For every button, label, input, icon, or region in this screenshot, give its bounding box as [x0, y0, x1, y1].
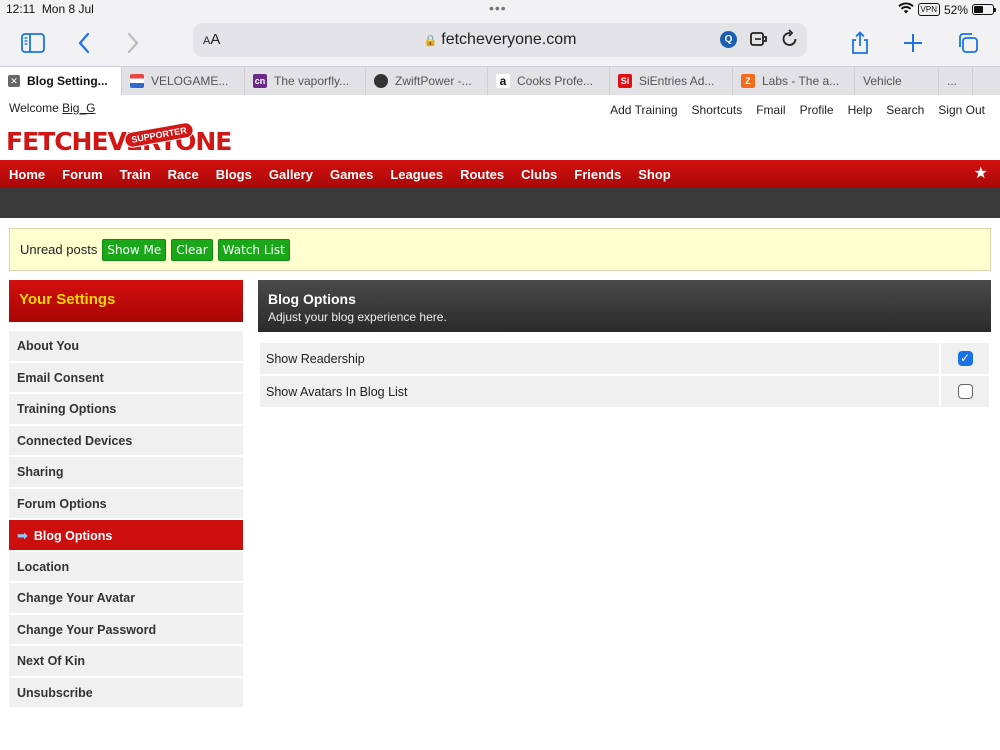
tab-more[interactable]: ... [939, 67, 973, 95]
flag-favicon [130, 74, 144, 88]
share-icon[interactable] [842, 26, 878, 60]
settings-item-sharing[interactable]: Sharing [9, 457, 243, 487]
forward-icon[interactable] [115, 26, 151, 60]
reload-icon[interactable] [781, 28, 799, 54]
tab-strip: ✕ Blog Setting... VELOGAME... cn The vap… [0, 66, 1000, 95]
search-link[interactable]: Search [886, 103, 924, 117]
amazon-favicon: a [496, 74, 510, 88]
address-bar[interactable]: AA 🔒 fetcheveryone.com Q [193, 23, 807, 57]
unread-label: Unread posts [20, 242, 98, 257]
tab-vehicle[interactable]: Vehicle [855, 67, 939, 95]
cn-favicon: cn [253, 74, 267, 88]
logo-wordmark: FETCHEVERYONE [6, 127, 232, 156]
multitask-dots-icon[interactable]: ••• [489, 0, 507, 16]
settings-menu: About You Email Consent Training Options… [9, 331, 243, 709]
add-training-link[interactable]: Add Training [610, 103, 677, 117]
settings-item-unsubscribe[interactable]: Unsubscribe [9, 677, 243, 707]
option-checkbox-cell: ✓ [941, 343, 989, 374]
option-row-show-readership: Show Readership ✓ [260, 343, 989, 374]
option-row-show-avatars: Show Avatars In Blog List [260, 376, 989, 407]
status-time: 12:11 Mon 8 Jul [6, 2, 94, 16]
watch-list-button[interactable]: Watch List [217, 238, 290, 261]
lock-icon: 🔒 [423, 35, 438, 47]
sidebar-icon[interactable] [15, 26, 51, 60]
nav-leagues[interactable]: Leagues [390, 167, 443, 182]
site-logo[interactable]: FETCHEVERYONE SUPPORTER [6, 121, 232, 159]
close-icon[interactable]: ✕ [8, 75, 20, 87]
settings-title: Your Settings [9, 280, 243, 322]
nav-games[interactable]: Games [330, 167, 373, 182]
username-link[interactable]: Big_G [62, 101, 95, 115]
nav-train[interactable]: Train [120, 167, 151, 182]
show-avatars-checkbox[interactable] [957, 384, 973, 399]
panel-subtitle: Adjust your blog experience here. [268, 310, 447, 324]
top-links: Add Training Shortcuts Fmail Profile Hel… [610, 103, 985, 117]
battery-icon [972, 4, 996, 15]
q-extension-icon[interactable]: Q [720, 31, 737, 48]
shortcuts-link[interactable]: Shortcuts [692, 103, 743, 117]
nav-clubs[interactable]: Clubs [521, 167, 557, 182]
tab-cooks[interactable]: a Cooks Profe... [488, 67, 610, 95]
fmail-link[interactable]: Fmail [756, 103, 785, 117]
star-icon[interactable]: ★ [974, 163, 988, 183]
show-me-button[interactable]: Show Me [102, 238, 167, 261]
profile-link[interactable]: Profile [800, 103, 834, 117]
show-readership-checkbox[interactable]: ✓ [957, 351, 973, 366]
status-right: VPN 52% [897, 2, 996, 17]
option-checkbox-cell [941, 376, 989, 407]
tab-blog-settings[interactable]: ✕ Blog Setting... [0, 67, 122, 95]
settings-item-training-options[interactable]: Training Options [9, 394, 243, 424]
nav-shop[interactable]: Shop [638, 167, 671, 182]
tab-vaporfly[interactable]: cn The vaporfly... [245, 67, 366, 95]
settings-item-location[interactable]: Location [9, 551, 243, 581]
help-link[interactable]: Help [848, 103, 873, 117]
nav-home[interactable]: Home [9, 167, 45, 182]
clear-button[interactable]: Clear [171, 238, 213, 261]
tab-overview-icon[interactable] [950, 26, 986, 60]
settings-item-about-you[interactable]: About You [9, 331, 243, 361]
nav-race[interactable]: Race [168, 167, 199, 182]
tab-zwiftpower[interactable]: ZwiftPower -... [366, 67, 488, 95]
unread-posts-bar: Unread posts Show Me Clear Watch List [9, 228, 991, 271]
settings-item-change-password[interactable]: Change Your Password [9, 614, 243, 644]
back-icon[interactable] [66, 26, 102, 60]
new-tab-icon[interactable] [895, 26, 931, 60]
settings-item-forum-options[interactable]: Forum Options [9, 488, 243, 518]
extension-icon[interactable] [749, 29, 769, 54]
status-bar: 12:11 Mon 8 Jul ••• VPN 52% [0, 0, 1000, 20]
nav-friends[interactable]: Friends [574, 167, 621, 182]
nav-blogs[interactable]: Blogs [216, 167, 252, 182]
browser-toolbar: AA 🔒 fetcheveryone.com Q [0, 20, 1000, 66]
zwift-favicon [374, 74, 388, 88]
panel-title: Blog Options [268, 291, 356, 307]
settings-item-change-avatar[interactable]: Change Your Avatar [9, 583, 243, 613]
vpn-badge: VPN [917, 3, 940, 16]
blog-options-header: Blog Options Adjust your blog experience… [258, 280, 991, 332]
main-nav: Home Forum Train Race Blogs Gallery Game… [0, 160, 1000, 188]
nav-gallery[interactable]: Gallery [269, 167, 313, 182]
si-favicon: Si [618, 74, 632, 88]
settings-item-connected-devices[interactable]: Connected Devices [9, 425, 243, 455]
nav-routes[interactable]: Routes [460, 167, 504, 182]
labs-favicon: Z [741, 74, 755, 88]
nav-forum[interactable]: Forum [62, 167, 102, 182]
tab-labs[interactable]: Z Labs - The a... [733, 67, 855, 95]
sign-out-link[interactable]: Sign Out [938, 103, 985, 117]
wifi-icon [897, 2, 914, 17]
tab-velogame[interactable]: VELOGAME... [122, 67, 245, 95]
settings-item-next-of-kin[interactable]: Next Of Kin [9, 646, 243, 676]
arrow-right-icon: ➡ [17, 528, 28, 543]
settings-item-email-consent[interactable]: Email Consent [9, 362, 243, 392]
tab-sientries[interactable]: Si SiEntries Ad... [610, 67, 733, 95]
option-label: Show Readership [260, 343, 939, 374]
sub-nav-bar [0, 188, 1000, 218]
url-text[interactable]: 🔒 fetcheveryone.com [193, 31, 807, 49]
option-label: Show Avatars In Blog List [260, 376, 939, 407]
welcome-text: Welcome Big_G [9, 101, 96, 115]
settings-item-blog-options[interactable]: ➡ Blog Options [9, 520, 243, 550]
battery-percent: 52% [943, 2, 968, 17]
